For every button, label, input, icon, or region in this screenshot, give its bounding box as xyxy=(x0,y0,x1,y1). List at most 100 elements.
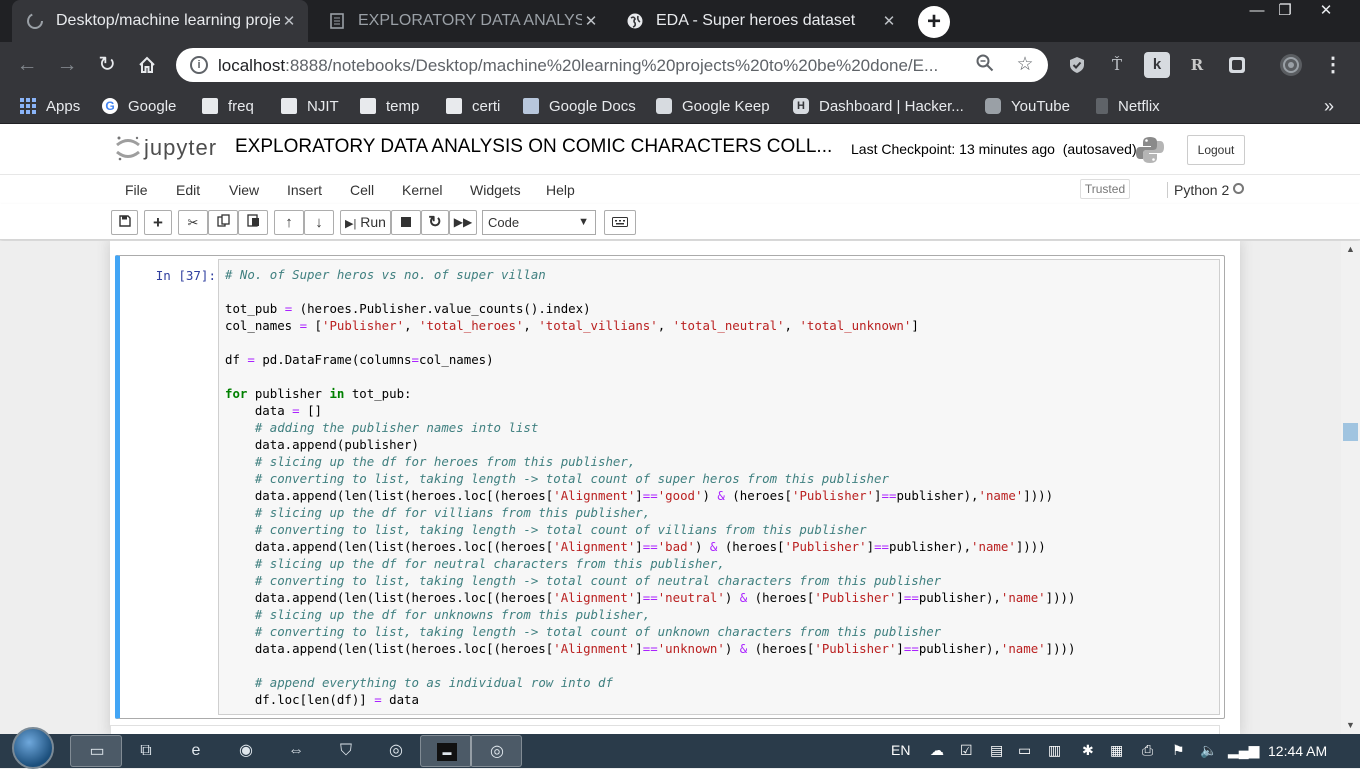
taskbar-internet-explorer[interactable]: e xyxy=(170,735,222,767)
bookmark-google-keep[interactable]: Google Keep xyxy=(656,96,770,116)
menu-insert[interactable]: Insert xyxy=(287,182,322,198)
copy-button[interactable] xyxy=(208,210,238,235)
address-bar[interactable]: i localhost:8888/notebooks/Desktop/machi… xyxy=(176,48,1048,82)
command-palette-button[interactable] xyxy=(604,210,636,235)
taskbar-app-remote[interactable]: ⇔ xyxy=(270,735,322,767)
code-line[interactable]: # converting to list, taking length -> t… xyxy=(225,470,1075,487)
code-line[interactable] xyxy=(225,334,1075,351)
shield-extension-icon[interactable] xyxy=(1064,52,1090,78)
code-line[interactable]: data.append(len(list(heroes.loc[(heroes[… xyxy=(225,640,1076,657)
taskbar-chrome-2[interactable]: ◎ xyxy=(470,735,522,767)
taskbar-chrome-1[interactable]: ◎ xyxy=(370,735,422,767)
code-line[interactable]: for publisher in tot_pub: xyxy=(225,385,1075,402)
bookmark-google[interactable]: G Google xyxy=(102,96,176,116)
menu-kernel[interactable]: Kernel xyxy=(402,182,442,198)
zoom-search-icon[interactable] xyxy=(974,54,996,76)
logout-button[interactable]: Logout xyxy=(1187,135,1245,165)
code-line[interactable]: tot_pub = (heroes.Publisher.value_counts… xyxy=(225,300,1075,317)
code-line[interactable] xyxy=(225,657,1075,674)
jupyter-logo-icon[interactable] xyxy=(114,134,142,162)
code-line[interactable]: col_names = ['Publisher', 'total_heroes'… xyxy=(225,317,1075,334)
volume-icon[interactable]: 🔈 xyxy=(1200,742,1217,759)
bookmark-netflix[interactable]: Netflix xyxy=(1096,96,1160,116)
menu-widgets[interactable]: Widgets xyxy=(470,182,521,198)
notebook-title[interactable]: EXPLORATORY DATA ANALYSIS ON COMIC CHARA… xyxy=(235,136,832,158)
code-line[interactable] xyxy=(225,368,1075,385)
code-text[interactable]: # No. of Super heros vs no. of super vil… xyxy=(225,266,1075,708)
chrome-menu-icon[interactable]: ⋮ xyxy=(1320,52,1346,78)
scroll-down-arrow-icon[interactable]: ▼ xyxy=(1341,717,1360,734)
code-line[interactable]: data.append(publisher) xyxy=(225,436,1075,453)
paste-button[interactable] xyxy=(238,210,268,235)
next-code-cell[interactable] xyxy=(110,725,1220,734)
code-line[interactable]: # slicing up the df for neutral characte… xyxy=(225,555,1075,572)
start-button[interactable] xyxy=(12,727,54,769)
code-cell-selected[interactable]: In [37]: # No. of Super heros vs no. of … xyxy=(115,255,1225,719)
r-extension-icon[interactable]: R xyxy=(1184,52,1210,78)
taskbar-command-prompt[interactable]: ▬ xyxy=(420,735,472,767)
code-line[interactable]: # slicing up the df for villians from th… xyxy=(225,504,1075,521)
bookmark-certi[interactable]: certi xyxy=(446,96,500,116)
tab-exploratory-data-analysis[interactable]: EXPLORATORY DATA ANALYSIS ✕ xyxy=(314,0,610,42)
interrupt-kernel-button[interactable] xyxy=(391,210,421,235)
dictionary-extension-icon[interactable]: Ť xyxy=(1104,52,1130,78)
code-line[interactable]: data.append(len(list(heroes.loc[(heroes[… xyxy=(225,487,1075,504)
url-text[interactable]: localhost:8888/notebooks/Desktop/machine… xyxy=(218,56,958,76)
code-line[interactable]: # append everything to as individual row… xyxy=(225,674,1075,691)
taskbar-app-media[interactable]: ◉ xyxy=(220,735,272,767)
cut-button[interactable]: ✂ xyxy=(178,210,208,235)
scrollbar-thumb[interactable] xyxy=(1343,423,1358,441)
code-line[interactable]: df = pd.DataFrame(columns=col_names) xyxy=(225,351,1075,368)
notebook-scroll-area[interactable]: In [37]: # No. of Super heros vs no. of … xyxy=(0,241,1360,734)
code-line[interactable]: df.loc[len(df)] = data xyxy=(225,691,1075,708)
move-up-button[interactable]: ↑ xyxy=(274,210,304,235)
restore-button[interactable]: ❐ xyxy=(1264,0,1306,22)
bookmark-freq[interactable]: freq xyxy=(202,96,254,116)
action-center-flag-icon[interactable]: ⚑ xyxy=(1172,742,1185,759)
bookmark-apps[interactable]: Apps xyxy=(20,96,80,116)
code-line[interactable]: # converting to list, taking length -> t… xyxy=(225,572,1075,589)
tray-monitor-icon[interactable]: ▦ xyxy=(1110,742,1123,759)
jupyter-logo-text[interactable]: jupyter xyxy=(144,135,217,161)
taskbar-file-explorer[interactable]: ▭ xyxy=(70,735,122,767)
scroll-up-arrow-icon[interactable]: ▲ xyxy=(1341,241,1360,258)
tray-battery-icon[interactable]: ▭ xyxy=(1018,742,1031,759)
code-line[interactable]: # adding the publisher names into list xyxy=(225,419,1075,436)
taskbar-app-shield[interactable]: ⛉ xyxy=(320,735,372,767)
tray-clipboard-icon[interactable]: ▤ xyxy=(990,742,1003,759)
bookmarks-overflow-icon[interactable]: » xyxy=(1324,96,1334,116)
tab-close-icon[interactable]: ✕ xyxy=(582,12,600,30)
profile-avatar-icon[interactable] xyxy=(1278,52,1304,78)
trusted-indicator[interactable]: Trusted xyxy=(1080,179,1130,199)
menu-help[interactable]: Help xyxy=(546,182,575,198)
info-icon[interactable]: i xyxy=(190,56,208,74)
code-line[interactable]: data.append(len(list(heroes.loc[(heroes[… xyxy=(225,589,1076,606)
tray-cloud-icon[interactable]: ☁ xyxy=(930,742,944,759)
tab-close-icon[interactable]: ✕ xyxy=(880,12,898,30)
keep-extension-icon[interactable]: k xyxy=(1144,52,1170,78)
run-button[interactable]: ▶| Run xyxy=(340,210,391,235)
tab-eda-super-heroes[interactable]: EDA - Super heroes dataset ✕ xyxy=(612,0,908,42)
code-line[interactable]: # converting to list, taking length -> t… xyxy=(225,521,1075,538)
code-line[interactable]: data.append(len(list(heroes.loc[(heroes[… xyxy=(225,538,1075,555)
code-line[interactable]: # slicing up the df for heroes from this… xyxy=(225,453,1075,470)
code-line[interactable] xyxy=(225,283,1075,300)
bookmark-star-icon[interactable]: ☆ xyxy=(1014,54,1036,76)
bluetooth-icon[interactable]: ✱ xyxy=(1082,742,1094,759)
save-button[interactable] xyxy=(111,210,138,235)
back-arrow-icon[interactable]: ← xyxy=(14,53,40,79)
move-down-button[interactable]: ↓ xyxy=(304,210,334,235)
pocket-extension-icon[interactable] xyxy=(1224,52,1250,78)
code-line[interactable]: # No. of Super heros vs no. of super vil… xyxy=(225,266,1075,283)
bookmark-njit[interactable]: NJIT xyxy=(281,96,339,116)
insert-cell-button[interactable]: + xyxy=(144,210,172,235)
code-line[interactable]: # slicing up the df for unknowns from th… xyxy=(225,606,1075,623)
reload-icon[interactable]: ↻ xyxy=(94,53,120,79)
bookmark-google-docs[interactable]: Google Docs xyxy=(523,96,636,116)
tab-close-icon[interactable]: ✕ xyxy=(280,12,298,30)
menu-cell[interactable]: Cell xyxy=(350,182,374,198)
tab-jupyter-notebook[interactable]: Desktop/machine learning projec ✕ xyxy=(12,0,308,42)
network-signal-icon[interactable]: ▂▄▆ xyxy=(1228,742,1259,759)
cell-type-select[interactable]: Code ▼ xyxy=(482,210,596,235)
close-window-button[interactable]: ✕ xyxy=(1306,0,1346,22)
